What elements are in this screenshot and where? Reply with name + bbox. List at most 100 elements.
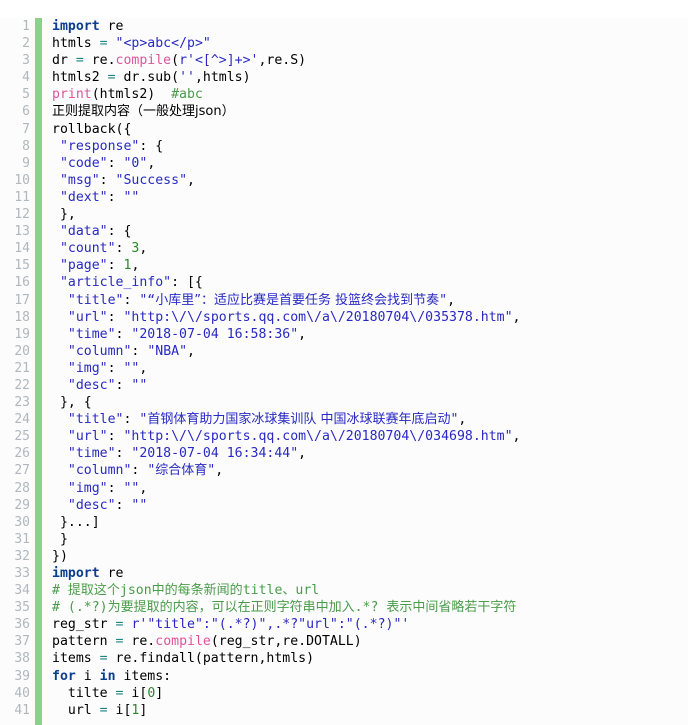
- code-line[interactable]: dr = re.compile(r'<[^>]+>',re.S): [52, 52, 688, 69]
- line-number: 16: [14, 275, 30, 291]
- code-line[interactable]: "column": "NBA",: [52, 343, 688, 360]
- code-token: "<p>abc</p>": [115, 36, 211, 52]
- code-line[interactable]: "url": "http:\/\/sports.qq.com\/a\/20180…: [52, 309, 688, 326]
- code-line[interactable]: tilte = i[0]: [52, 685, 688, 702]
- code-token: 正则提取内容（一般处理json）: [52, 104, 235, 120]
- code-token: for: [52, 668, 76, 684]
- code-line[interactable]: url = i[1]: [52, 702, 688, 719]
- code-line[interactable]: "url": "http:\/\/sports.qq.com\/a\/20180…: [52, 428, 688, 445]
- code-line[interactable]: "title": "首钢体育助力国家冰球集训队 中国冰球联赛年底启动",: [52, 411, 688, 428]
- code-token: :: [107, 155, 124, 171]
- code-token: ,htmls): [194, 70, 251, 86]
- code-token: "": [131, 497, 148, 513]
- line-number: 28: [14, 480, 30, 496]
- line-number: 25: [14, 429, 30, 445]
- code-token: re.: [83, 53, 116, 69]
- code-token: :: [115, 446, 132, 462]
- code-token: ,: [139, 480, 148, 496]
- code-line[interactable]: items = re.findall(pattern,htmls): [52, 650, 688, 667]
- code-line[interactable]: pattern = re.compile(reg_str,re.DOTALL): [52, 633, 688, 650]
- code-line[interactable]: "article_info": [{: [52, 274, 688, 291]
- code-token: 小库里: [155, 292, 195, 308]
- code-line[interactable]: import re: [52, 18, 688, 35]
- code-token: "0": [123, 155, 148, 171]
- code-line[interactable]: "response": {: [52, 138, 688, 155]
- code-line[interactable]: for i in items:: [52, 668, 688, 685]
- code-token: : [{: [171, 275, 203, 291]
- code-line[interactable]: }, {: [52, 394, 688, 411]
- code-line[interactable]: "page": 1,: [52, 257, 688, 274]
- code-line[interactable]: htmls2 = dr.sub('',htmls): [52, 69, 688, 86]
- code-token: i[: [107, 702, 132, 718]
- code-token: :: [107, 309, 124, 325]
- code-line[interactable]: print(htmls2) #abc: [52, 86, 688, 103]
- code-line[interactable]: "count": 3,: [52, 240, 688, 257]
- code-token: re.: [123, 634, 156, 650]
- code-token: 提取这个: [67, 583, 120, 599]
- code-content-area[interactable]: import re htmls = "<p>abc</p>" dr = re.com…: [42, 18, 688, 719]
- code-token: :: [107, 189, 124, 205]
- code-token: re: [99, 566, 124, 581]
- code-token: =: [99, 702, 108, 718]
- code-token: r'<[^>]+>': [179, 53, 259, 69]
- code-token: :: [107, 429, 124, 445]
- code-line[interactable]: # 提取这个json中的每条新闻的title、url: [52, 582, 688, 599]
- code-line[interactable]: "desc": "": [52, 497, 688, 514]
- code-line[interactable]: },: [52, 206, 688, 223]
- code-token: url: [52, 702, 100, 718]
- code-line[interactable]: rollback({: [52, 121, 688, 138]
- code-token: "“: [139, 292, 156, 308]
- code-token: ,: [147, 155, 156, 171]
- line-number: 34: [14, 583, 30, 599]
- code-line[interactable]: "msg": "Success",: [52, 172, 688, 189]
- code-token: "dext": [59, 189, 108, 205]
- code-line[interactable]: }: [52, 531, 688, 548]
- code-line[interactable]: "img": "",: [52, 480, 688, 497]
- code-token: "": [123, 189, 140, 205]
- code-line[interactable]: "desc": "": [52, 377, 688, 394]
- code-token: #: [52, 583, 68, 599]
- line-number: 17: [14, 292, 30, 308]
- code-token: ,: [298, 446, 307, 462]
- code-line[interactable]: "column": "综合体育",: [52, 462, 688, 479]
- code-editor[interactable]: 1 2 3 4 5 6 7 8 9 10 11 12 13 14 15 16 17 18 19 20 21 22 23 24 2…: [0, 18, 688, 725]
- code-line[interactable]: }...]: [52, 514, 688, 531]
- code-token: :: [107, 360, 124, 376]
- code-line[interactable]: "code": "0",: [52, 155, 688, 172]
- code-line[interactable]: 正则提取内容（一般处理json）: [52, 103, 688, 120]
- code-token: rollback({: [52, 121, 132, 137]
- code-line[interactable]: htmls = "<p>abc</p>": [52, 35, 688, 52]
- code-token: "Success": [115, 172, 188, 188]
- code-line[interactable]: "time": "2018-07-04 16:58:36",: [52, 326, 688, 343]
- code-line[interactable]: "time": "2018-07-04 16:34:44",: [52, 445, 688, 462]
- code-token: : {: [139, 138, 164, 154]
- code-token: tilte: [52, 685, 116, 701]
- code-line[interactable]: "dext": "": [52, 189, 688, 206]
- code-token: 表示中间省略若干字符: [386, 600, 517, 616]
- code-line[interactable]: }): [52, 548, 688, 565]
- code-token: 适应比赛是首要任务 投篮终会找到节奏: [214, 292, 440, 308]
- line-number: 32: [14, 548, 30, 564]
- code-token: 中的每条新闻的: [151, 583, 243, 599]
- code-token: (reg_str,re.DOTALL): [210, 634, 362, 650]
- code-line[interactable]: "title": "“小库里”：适应比赛是首要任务 投篮终会找到节奏",: [52, 292, 688, 309]
- code-token: "count": [59, 241, 116, 257]
- code-line[interactable]: reg_str = r'"title":"(.*?)",.*?"url":"(.…: [52, 616, 688, 633]
- code-token: .*?: [354, 600, 387, 616]
- code-token: "desc": [67, 497, 116, 513]
- code-line[interactable]: # (.*?)为要提取的内容，可以在正则字符串中加入.*? 表示中间省略若干字符: [52, 599, 688, 616]
- code-token: "url": [67, 429, 108, 445]
- code-line[interactable]: "img": "",: [52, 360, 688, 377]
- line-number: 2: [22, 36, 30, 52]
- code-line[interactable]: import re: [52, 565, 688, 582]
- code-token: "title": [67, 412, 124, 428]
- code-line[interactable]: "data": {: [52, 223, 688, 240]
- code-token: "2018-07-04 16:34:44": [131, 446, 299, 462]
